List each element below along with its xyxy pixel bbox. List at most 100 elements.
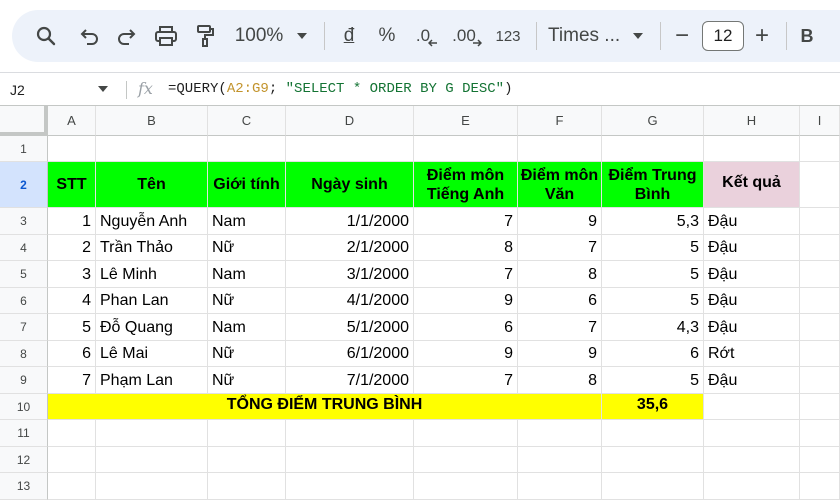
header-cell-gioi-tinh[interactable]: Giới tính [208, 162, 286, 208]
search-menus-icon[interactable] [32, 10, 60, 62]
cell[interactable] [96, 473, 208, 500]
cell[interactable] [208, 447, 286, 473]
decrease-decimal-button[interactable]: .0 [412, 10, 442, 62]
table-cell-anh[interactable]: 9 [414, 288, 518, 314]
cell[interactable] [800, 235, 840, 261]
cell[interactable] [704, 394, 800, 420]
table-cell-anh[interactable]: 7 [414, 367, 518, 394]
column-header-i[interactable]: I [800, 106, 840, 136]
column-header-f[interactable]: F [518, 106, 602, 136]
cell[interactable] [602, 420, 704, 447]
header-cell-ngay-sinh[interactable]: Ngày sinh [286, 162, 414, 208]
cell[interactable] [602, 473, 704, 500]
bold-button[interactable]: B [796, 10, 818, 62]
name-box-dropdown-icon[interactable] [98, 86, 108, 92]
cell[interactable] [286, 447, 414, 473]
table-cell-ngay-sinh[interactable]: 4/1/2000 [286, 288, 414, 314]
cell[interactable] [48, 420, 96, 447]
cell[interactable] [414, 420, 518, 447]
cell[interactable] [602, 136, 704, 162]
cell[interactable] [96, 136, 208, 162]
cell[interactable] [48, 136, 96, 162]
header-cell-diem-van[interactable]: Điểm môn Văn [518, 162, 602, 208]
row-header-2[interactable]: 2 [0, 162, 48, 208]
table-cell-kq[interactable]: Đậu [704, 367, 800, 394]
table-cell-ten[interactable]: Nguyễn Anh [96, 208, 208, 235]
table-cell-ngay-sinh[interactable]: 7/1/2000 [286, 367, 414, 394]
table-cell-van[interactable]: 9 [518, 208, 602, 235]
cell[interactable] [96, 447, 208, 473]
cell[interactable] [48, 473, 96, 500]
column-header-h[interactable]: H [704, 106, 800, 136]
cell[interactable] [518, 136, 602, 162]
cell[interactable] [518, 447, 602, 473]
cell[interactable] [800, 367, 840, 394]
header-cell-diem-tb[interactable]: Điểm Trung Bình [602, 162, 704, 208]
row-header-11[interactable]: 11 [0, 420, 48, 447]
cell[interactable] [800, 162, 840, 208]
table-cell-stt[interactable]: 7 [48, 367, 96, 394]
header-cell-diem-anh[interactable]: Điểm môn Tiếng Anh [414, 162, 518, 208]
cell[interactable] [286, 420, 414, 447]
table-cell-tb[interactable]: 5,3 [602, 208, 704, 235]
cell[interactable] [414, 136, 518, 162]
table-cell-stt[interactable]: 5 [48, 314, 96, 341]
table-cell-tb[interactable]: 6 [602, 341, 704, 367]
table-cell-tb[interactable]: 5 [602, 367, 704, 394]
row-header-9[interactable]: 9 [0, 367, 48, 394]
table-cell-stt[interactable]: 1 [48, 208, 96, 235]
cell[interactable] [800, 314, 840, 341]
total-value[interactable]: 35,6 [602, 394, 704, 420]
table-cell-van[interactable]: 8 [518, 261, 602, 288]
row-header-12[interactable]: 12 [0, 447, 48, 473]
cell[interactable] [704, 420, 800, 447]
more-formats-button[interactable]: 123 [492, 10, 524, 62]
cell[interactable] [800, 394, 840, 420]
header-cell-ket-qua[interactable]: Kết quả [704, 162, 800, 208]
table-cell-ngay-sinh[interactable]: 3/1/2000 [286, 261, 414, 288]
table-cell-stt[interactable]: 6 [48, 341, 96, 367]
cell[interactable] [704, 136, 800, 162]
table-cell-anh[interactable]: 7 [414, 261, 518, 288]
select-all-corner[interactable] [0, 106, 48, 136]
table-cell-gioi-tinh[interactable]: Nam [208, 208, 286, 235]
increase-decimal-button[interactable]: .00 [450, 10, 484, 62]
table-cell-ten[interactable]: Phan Lan [96, 288, 208, 314]
table-cell-kq[interactable]: Đậu [704, 235, 800, 261]
cell[interactable] [800, 136, 840, 162]
cell[interactable] [208, 473, 286, 500]
cell[interactable] [704, 473, 800, 500]
table-cell-van[interactable]: 7 [518, 314, 602, 341]
header-cell-ten[interactable]: Tên [96, 162, 208, 208]
row-header-5[interactable]: 5 [0, 261, 48, 288]
table-cell-ten[interactable]: Phạm Lan [96, 367, 208, 394]
table-cell-anh[interactable]: 8 [414, 235, 518, 261]
table-cell-kq[interactable]: Đậu [704, 261, 800, 288]
table-cell-gioi-tinh[interactable]: Nữ [208, 341, 286, 367]
cell[interactable] [208, 420, 286, 447]
redo-icon[interactable] [114, 10, 140, 62]
cell[interactable] [800, 420, 840, 447]
cell[interactable] [602, 447, 704, 473]
currency-format-button[interactable]: đ [336, 10, 362, 62]
row-header-7[interactable]: 7 [0, 314, 48, 341]
font-dropdown-icon[interactable] [628, 10, 648, 62]
cell[interactable] [518, 473, 602, 500]
table-cell-ten[interactable]: Trần Thảo [96, 235, 208, 261]
cell[interactable] [800, 208, 840, 235]
table-cell-gioi-tinh[interactable]: Nam [208, 261, 286, 288]
cell[interactable] [286, 136, 414, 162]
table-cell-stt[interactable]: 4 [48, 288, 96, 314]
decrease-font-size-button[interactable]: − [670, 10, 694, 62]
table-cell-van[interactable]: 9 [518, 341, 602, 367]
table-cell-gioi-tinh[interactable]: Nam [208, 314, 286, 341]
column-header-c[interactable]: C [208, 106, 286, 136]
total-label[interactable]: TỔNG ĐIỂM TRUNG BÌNH [48, 394, 602, 420]
table-cell-ngay-sinh[interactable]: 1/1/2000 [286, 208, 414, 235]
cell[interactable] [800, 447, 840, 473]
cell[interactable] [286, 473, 414, 500]
spreadsheet-grid[interactable]: A B C D E F G H I 1 2 3 4 5 6 7 8 9 10 11 12 13 STT Tên Giới tín… [0, 106, 840, 500]
undo-icon[interactable] [76, 10, 102, 62]
table-cell-ngay-sinh[interactable]: 5/1/2000 [286, 314, 414, 341]
cell[interactable] [800, 341, 840, 367]
